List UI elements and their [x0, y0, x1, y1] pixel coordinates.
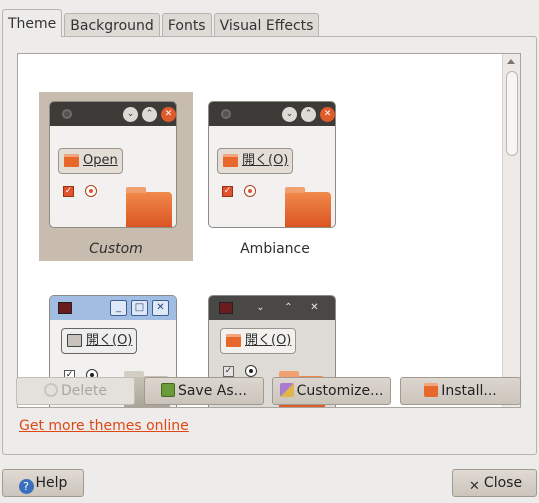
close-button[interactable]: ✕ Close: [452, 469, 537, 497]
checkbox-icon: ✓: [63, 186, 74, 197]
preview-open-label: 開く(O): [86, 333, 133, 348]
close-icon: ✕: [161, 107, 176, 122]
tab-visual-effects[interactable]: Visual Effects: [213, 13, 320, 37]
radio-icon: [245, 365, 257, 377]
folder-icon: [67, 334, 82, 347]
scroll-up-icon[interactable]: [507, 59, 515, 64]
minimize-icon: ⌄: [256, 302, 265, 313]
get-more-themes-link[interactable]: Get more themes online: [19, 418, 189, 434]
preview-open-button: 開く(O): [61, 328, 138, 354]
help-icon: ?: [18, 479, 34, 494]
help-label: Help: [35, 475, 68, 491]
tab-background[interactable]: Background: [64, 13, 160, 37]
close-icon: ✕: [468, 479, 480, 494]
checkbox-icon: ✓: [222, 186, 233, 197]
window-menu-icon: [221, 109, 231, 119]
close-icon: ✕: [310, 302, 319, 313]
theme-name: Ambiance: [240, 241, 310, 257]
close-icon: ✕: [152, 300, 169, 316]
theme-preview-custom: ⌄ ⌃ ✕ Open ✓: [49, 101, 177, 228]
minimize-icon: ⌄: [282, 107, 297, 122]
preview-titlebar: ⌄ ⌃ ✕: [50, 102, 176, 126]
scroll-thumb[interactable]: [506, 71, 518, 156]
tab-theme[interactable]: Theme: [2, 9, 63, 37]
tab-bar: Theme Background Fonts Visual Effects: [0, 9, 321, 37]
minimize-icon: _: [110, 300, 127, 316]
close-label: Close: [483, 475, 523, 491]
checkbox-icon: ✓: [223, 366, 234, 377]
save-as-button[interactable]: Save As...: [144, 377, 264, 405]
tab-fonts[interactable]: Fonts: [161, 13, 212, 37]
preview-open-label: 開く(O): [245, 333, 292, 348]
preview-open-button: Open: [58, 148, 123, 174]
customize-label: Customize...: [296, 383, 384, 399]
folder-icon: [285, 187, 331, 227]
preview-open-button: 開く(O): [220, 328, 297, 354]
delete-icon: [44, 383, 58, 397]
delete-button[interactable]: Delete: [16, 377, 135, 405]
install-label: Install...: [441, 383, 497, 399]
customize-button[interactable]: Customize...: [272, 377, 391, 405]
folder-icon: [226, 334, 241, 347]
preview-open-button: 開く(O): [217, 148, 294, 174]
theme-tile-custom[interactable]: ⌄ ⌃ ✕ Open ✓ Custom: [39, 92, 193, 261]
delete-label: Delete: [61, 383, 107, 399]
tab-fonts-label: Fonts: [167, 17, 206, 34]
preview-titlebar: _ □ ✕: [50, 296, 176, 320]
maximize-icon: ⌃: [301, 107, 316, 122]
close-icon: ✕: [320, 107, 335, 122]
save-icon: [160, 383, 175, 397]
theme-tile-ambiance[interactable]: ⌄ ⌃ ✕ 開く(O) ✓ Ambiance: [198, 92, 352, 261]
theme-list-scrollbar[interactable]: [502, 54, 520, 407]
theme-list[interactable]: ⌄ ⌃ ✕ Open ✓ Custom ⌄ ⌃ ✕ 開く(O) ✓ Ambian…: [17, 53, 521, 408]
window-menu-icon: [219, 302, 233, 314]
tab-theme-label: Theme: [8, 15, 57, 32]
window-menu-icon: [62, 109, 72, 119]
install-button[interactable]: Install...: [400, 377, 521, 405]
maximize-icon: □: [131, 300, 148, 316]
save-as-label: Save As...: [177, 383, 248, 399]
folder-icon: [126, 187, 172, 227]
folder-icon: [223, 154, 238, 167]
radio-icon: [85, 185, 97, 197]
theme-preview-ambiance: ⌄ ⌃ ✕ 開く(O) ✓: [208, 101, 336, 228]
brush-icon: [279, 383, 294, 397]
maximize-icon: ⌃: [142, 107, 157, 122]
tab-background-label: Background: [70, 17, 154, 34]
theme-panel: ⌄ ⌃ ✕ Open ✓ Custom ⌄ ⌃ ✕ 開く(O) ✓ Ambian…: [2, 36, 537, 455]
preview-titlebar: ⌄ ⌃ ✕: [209, 296, 335, 320]
theme-name: Custom: [89, 241, 143, 257]
preview-open-label: 開く(O): [242, 153, 289, 168]
maximize-icon: ⌃: [284, 302, 293, 313]
preview-open-label: Open: [83, 153, 118, 168]
folder-icon: [64, 154, 79, 167]
radio-icon: [244, 185, 256, 197]
folder-icon: [424, 383, 439, 397]
tab-visual-effects-label: Visual Effects: [219, 17, 314, 34]
window-menu-icon: [58, 302, 72, 314]
preview-titlebar: ⌄ ⌃ ✕: [209, 102, 335, 126]
minimize-icon: ⌄: [123, 107, 138, 122]
help-button[interactable]: ? Help: [2, 469, 84, 497]
